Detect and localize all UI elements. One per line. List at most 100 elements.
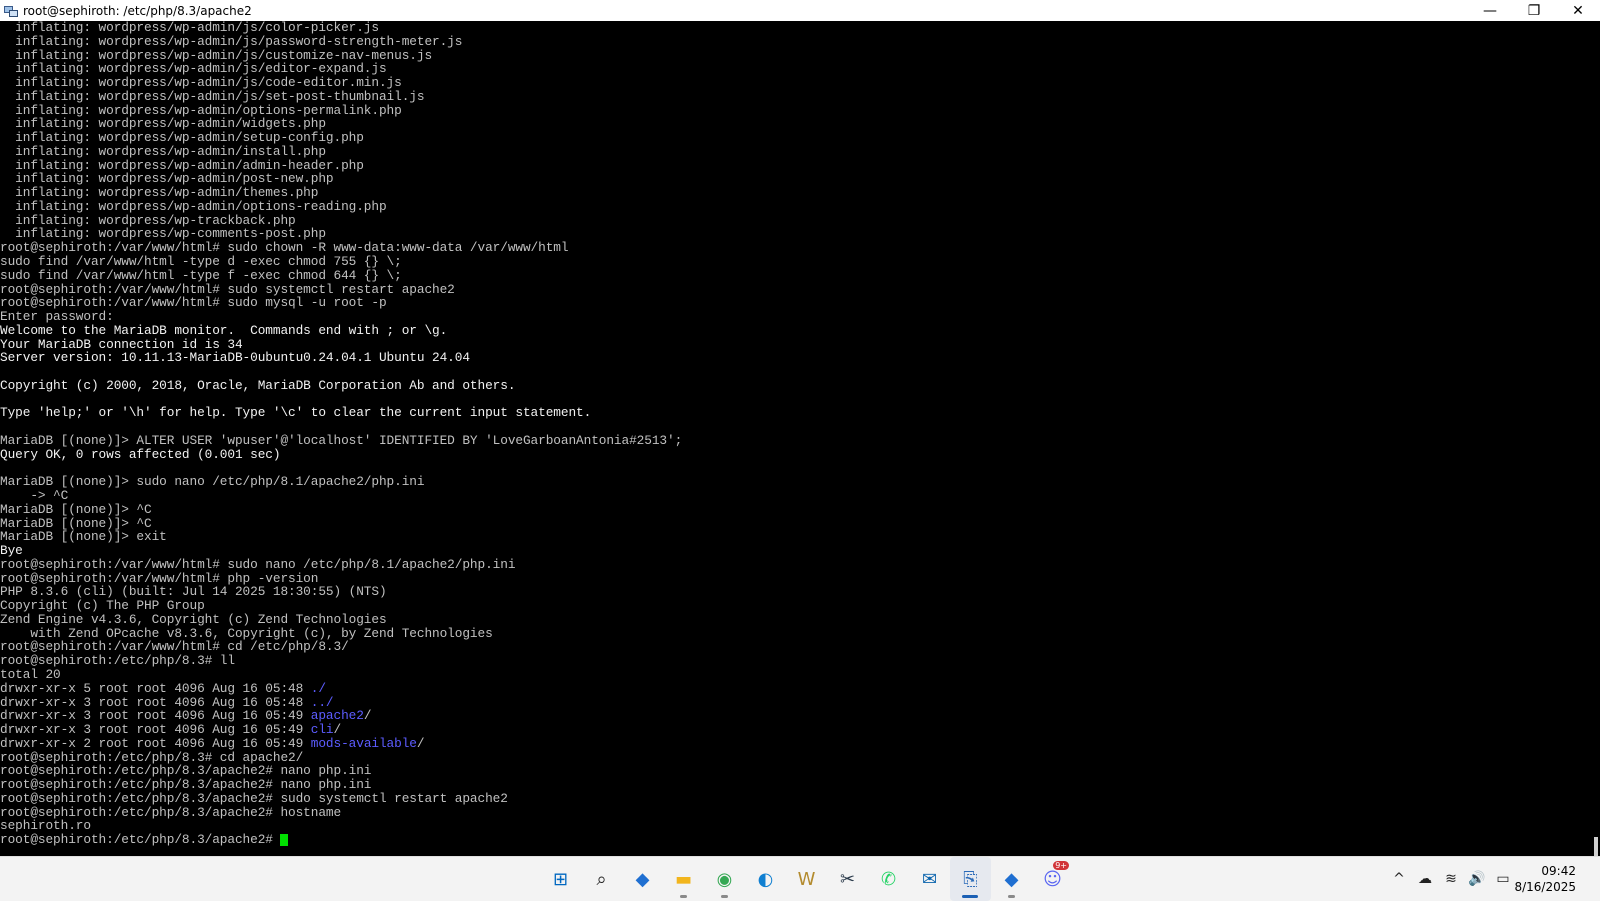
taskbar: ⊞ ⌕ ◆ ▬ ◉ ◐ W ✂ ✆ ✉ ⎘ ◆ ☺ 9+ ^ ☁ ≋ 🔊 ▭ 09:42 8/16/202… [0, 856, 1600, 901]
terminal-scrollbar[interactable] [1590, 21, 1600, 861]
terminal-output[interactable]: inflating: wordpress/wp-admin/js/color-p… [0, 21, 1590, 856]
terminal-line-text: inflating: wordpress/wp-trackback.php [0, 212, 296, 228]
terminal-line: inflating: wordpress/wp-admin/post-new.p… [0, 172, 1590, 186]
taskbar-button[interactable]: ◆ [991, 857, 1032, 901]
terminal-line-text: Your MariaDB connection id is 34 [0, 336, 243, 352]
terminal-line: MariaDB [(none)]> sudo nano /etc/php/8.1… [0, 475, 1590, 489]
terminal-line-text: inflating: wordpress/wp-admin/js/editor-… [0, 61, 387, 77]
terminal-line: inflating: wordpress/wp-admin/js/customi… [0, 47, 1590, 63]
taskbar-button[interactable]: ✆ [868, 857, 909, 901]
terminal-line-text: Server version: 10.11.13-MariaDB-0ubuntu… [0, 350, 470, 366]
file-explorer-icon: ▬ [674, 868, 692, 890]
terminal-line: PHP 8.3.6 (cli) (built: Jul 14 2025 18:3… [0, 585, 1590, 599]
volume-icon[interactable]: 🔊 [1464, 871, 1490, 887]
terminal-line-text: root@sephiroth:/var/www/html# cd /etc/ph… [0, 639, 349, 655]
terminal-line: Copyright (c) 2000, 2018, Oracle, MariaD… [0, 379, 1590, 393]
terminal-line-text: root@sephiroth:/var/www/html# sudo nano … [0, 556, 516, 572]
snipping-tool-icon: ✂ [839, 868, 856, 890]
remote-app-icon: ◆ [1004, 868, 1019, 890]
directory-suffix: / [333, 722, 342, 738]
terminal-line-text: root@sephiroth:/etc/php/8.3/apache2# nan… [0, 763, 372, 779]
terminal-cursor [280, 833, 289, 846]
terminal-line-text: drwxr-xr-x 3 root root 4096 Aug 16 05:49 [0, 708, 311, 724]
start-icon: ⊞ [552, 868, 569, 890]
taskbar-button[interactable]: ⊞ [540, 857, 581, 901]
terminal-line-text: inflating: wordpress/wp-admin/themes.php [0, 185, 319, 201]
taskbar-button[interactable]: ▬ [663, 857, 704, 901]
window-controls: — ❐ ✕ [1468, 0, 1600, 21]
terminal-line-text: drwxr-xr-x 3 root root 4096 Aug 16 05:48 [0, 694, 311, 710]
terminal-line-text: inflating: wordpress/wp-admin/js/customi… [0, 47, 433, 63]
terminal-line: Server version: 10.11.13-MariaDB-0ubuntu… [0, 351, 1590, 365]
taskbar-button[interactable]: ⎘ [950, 857, 991, 901]
terminal-line: sudo find /var/www/html -type d -exec ch… [0, 255, 1590, 269]
terminal-line: root@sephiroth:/var/www/html# sudo nano … [0, 556, 1590, 572]
tray-chevron-icon[interactable]: ^ [1386, 871, 1412, 887]
directory-name: ../ [310, 694, 334, 710]
terminal-line: Copyright (c) The PHP Group [0, 599, 1590, 613]
terminal-line: Welcome to the MariaDB monitor. Commands… [0, 322, 1590, 338]
terminal-line: drwxr-xr-x 3 root root 4096 Aug 16 05:49… [0, 723, 1590, 737]
terminal-line-text: Welcome to the MariaDB monitor. Commands… [0, 322, 448, 338]
taskbar-button[interactable]: W [786, 857, 827, 901]
terminal-line: inflating: wordpress/wp-admin/widgets.ph… [0, 117, 1590, 131]
terminal-line-text: root@sephiroth:/etc/php/8.3/apache2# nan… [0, 777, 372, 793]
terminal-line-text: Copyright (c) The PHP Group [0, 598, 205, 614]
terminal-line: root@sephiroth:/etc/php/8.3# ll [0, 654, 1590, 668]
terminal-line-text: PHP 8.3.6 (cli) (built: Jul 14 2025 18:3… [0, 584, 387, 600]
taskbar-button[interactable]: ◆ [622, 857, 663, 901]
terminal-line: drwxr-xr-x 2 root root 4096 Aug 16 05:49… [0, 735, 1590, 751]
edge-icon: ◐ [757, 868, 774, 890]
taskbar-button[interactable]: ✉ [909, 857, 950, 901]
running-indicator [721, 895, 728, 898]
terminal-line: Query OK, 0 rows affected (0.001 sec) [0, 447, 1590, 462]
terminal-line-text: inflating: wordpress/wp-admin/post-new.p… [0, 171, 334, 187]
terminal-line: root@sephiroth:/var/www/html# cd /etc/ph… [0, 640, 1590, 654]
terminal-line: MariaDB [(none)]> exit [0, 530, 1590, 544]
terminal-line-text: inflating: wordpress/wp-admin/js/passwor… [0, 33, 463, 49]
terminal-line-text: root@sephiroth:/var/www/html# sudo chown… [0, 240, 569, 256]
network-tool-icon: ⎘ [963, 868, 978, 890]
terminal-line: root@sephiroth:/etc/php/8.3# cd apache2/ [0, 750, 1590, 765]
terminal-line: root@sephiroth:/var/www/html# sudo syste… [0, 282, 1590, 297]
terminal-line: inflating: wordpress/wp-admin/options-pe… [0, 103, 1590, 118]
taskbar-button[interactable]: ◐ [745, 857, 786, 901]
terminal-line: inflating: wordpress/wp-admin/js/set-pos… [0, 89, 1590, 104]
terminal-line: root@sephiroth:/var/www/html# sudo chown… [0, 241, 1590, 255]
restore-button[interactable]: ❐ [1512, 0, 1556, 21]
terminal-line: Zend Engine v4.3.6, Copyright (c) Zend T… [0, 613, 1590, 627]
directory-suffix: / [416, 735, 425, 751]
directory-name: apache2 [310, 708, 364, 724]
terminal-line: sephiroth.ro [0, 819, 1590, 833]
terminal-line: with Zend OPcache v8.3.6, Copyright (c),… [0, 626, 1590, 641]
battery-icon[interactable]: ▭ [1490, 871, 1516, 887]
terminal-line: sudo find /var/www/html -type f -exec ch… [0, 268, 1590, 283]
taskbar-button[interactable]: ⌕ [581, 857, 622, 901]
terminal-line: MariaDB [(none)]> ^C [0, 502, 1590, 517]
taskbar-button[interactable]: ✂ [827, 857, 868, 901]
terminal-line-text: root@sephiroth:/etc/php/8.3/apache2# [0, 832, 281, 848]
terminal-line-text: inflating: wordpress/wp-admin/js/code-ed… [0, 75, 402, 91]
terminal-app-icon [4, 5, 18, 17]
taskbar-button[interactable]: ◉ [704, 857, 745, 901]
running-indicator [680, 895, 687, 898]
terminal-line: inflating: wordpress/wp-admin/js/passwor… [0, 33, 1590, 49]
wifi-icon[interactable]: ≋ [1438, 871, 1464, 887]
terminal-line-text: inflating: wordpress/wp-admin/widgets.ph… [0, 116, 326, 132]
window-titlebar[interactable]: root@sephiroth: /etc/php/8.3/apache2 — ❐… [0, 0, 1600, 21]
clock-time: 09:42 [1541, 864, 1576, 878]
minimize-button[interactable]: — [1468, 0, 1512, 21]
onedrive-icon[interactable]: ☁ [1412, 871, 1438, 887]
taskbar-button[interactable]: ☺ 9+ [1032, 857, 1073, 901]
directory-name: cli [310, 722, 334, 738]
close-button[interactable]: ✕ [1556, 0, 1600, 21]
terminal-line-text: root@sephiroth:/var/www/html# sudo mysql… [0, 295, 387, 311]
terminal-line: Enter password: [0, 310, 1590, 324]
terminal-line-text: -> ^C [0, 488, 69, 504]
terminal-line-text: Type 'help;' or '\h' for help. Type '\c'… [0, 405, 592, 421]
taskbar-clock[interactable]: 09:42 8/16/2025 [1514, 863, 1576, 895]
directory-suffix: / [363, 708, 372, 724]
terminal-line-text: root@sephiroth:/etc/php/8.3# ll [0, 653, 235, 669]
